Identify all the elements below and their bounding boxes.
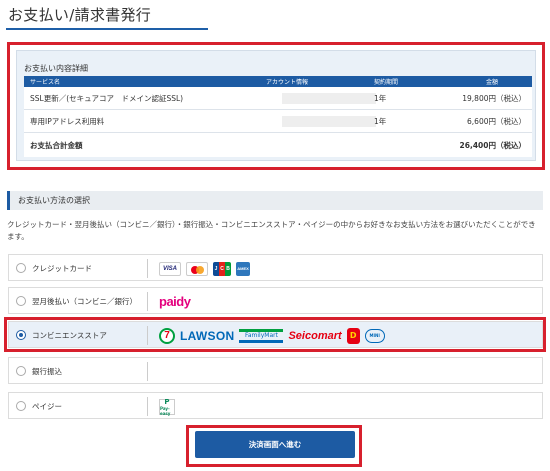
account-info: [264, 92, 376, 104]
payment-option-label: ペイジー: [32, 402, 62, 411]
payment-option-label: クレジットカード: [32, 264, 92, 273]
visa-logo-icon: VISA: [159, 261, 181, 276]
radio-button[interactable]: [16, 263, 26, 273]
table-header: サービス名 アカウント情報 契約期間 金額: [24, 76, 532, 87]
payment-option-label: 翌月後払い（コンビニ／銀行）: [32, 297, 137, 306]
method-section-title: お支払い方法の選択: [18, 196, 90, 205]
radio-button[interactable]: [16, 366, 26, 376]
account-info: [264, 115, 376, 127]
payeasy-logo-icon: P Pay-easy: [159, 398, 175, 416]
payment-detail-highlight: お支払い内容詳細 サービス名 アカウント情報 契約期間 金額 SSL更新／(セキ…: [7, 42, 545, 170]
total-row: お支払合計金額 26,400円（税込）: [24, 133, 532, 157]
column-header-account: アカウント情報: [266, 79, 309, 86]
total-amount: 26,400円（税込）: [459, 140, 526, 150]
column-header-period: 契約期間: [374, 79, 399, 86]
service-name: SSL更新／(セキュアコア ドメイン認証SSL): [30, 93, 184, 103]
method-description: クレジットカード・翌月後払い（コンビニ／銀行）・銀行振込・コンビニエンスストア・…: [7, 220, 536, 241]
payment-option-payeasy[interactable]: ペイジー P Pay-easy: [8, 392, 543, 419]
page-title: お支払い/請求書発行: [8, 6, 152, 24]
radio-button[interactable]: [16, 296, 26, 306]
table-row: SSL更新／(セキュアコア ドメイン認証SSL) 1年 19,800円（税込）: [24, 87, 532, 110]
radio-button[interactable]: [16, 401, 26, 411]
card-logos: VISA JCB AMEX: [159, 259, 250, 278]
payment-option-deferred[interactable]: 翌月後払い（コンビニ／銀行） paidy: [8, 287, 543, 314]
amex-logo-icon: AMEX: [236, 261, 250, 276]
service-name: 専用IPアドレス利用料: [30, 116, 105, 126]
amount: 19,800円（税込）: [462, 93, 526, 103]
contract-period: 1年: [374, 93, 387, 103]
column-header-amount: 金額: [486, 79, 499, 86]
convenience-store-highlight: [4, 317, 546, 352]
payment-option-credit-card[interactable]: クレジットカード VISA JCB AMEX: [8, 254, 543, 281]
paidy-logo-icon: paidy: [159, 294, 191, 309]
contract-period: 1年: [374, 116, 387, 126]
jcb-logo-icon: JCB: [213, 261, 231, 276]
payment-option-label: 銀行振込: [32, 367, 62, 376]
amount: 6,600円（税込）: [467, 116, 526, 126]
payment-detail-table: サービス名 アカウント情報 契約期間 金額 SSL更新／(セキュアコア ドメイン…: [24, 76, 532, 157]
mastercard-logo-icon: [186, 261, 208, 276]
total-label: お支払合計金額: [30, 140, 83, 150]
method-section-header: お支払い方法の選択: [7, 191, 543, 210]
payment-detail-heading: お支払い内容詳細: [24, 64, 88, 73]
table-row: 専用IPアドレス利用料 1年 6,600円（税込）: [24, 110, 532, 133]
payment-option-bank-transfer[interactable]: 銀行振込: [8, 357, 543, 384]
title-underline: [6, 28, 208, 30]
column-header-service: サービス名: [30, 79, 61, 86]
payment-detail-panel: お支払い内容詳細 サービス名 アカウント情報 契約期間 金額 SSL更新／(セキ…: [16, 50, 536, 161]
proceed-to-payment-button[interactable]: 決済画面へ進む: [195, 431, 355, 458]
